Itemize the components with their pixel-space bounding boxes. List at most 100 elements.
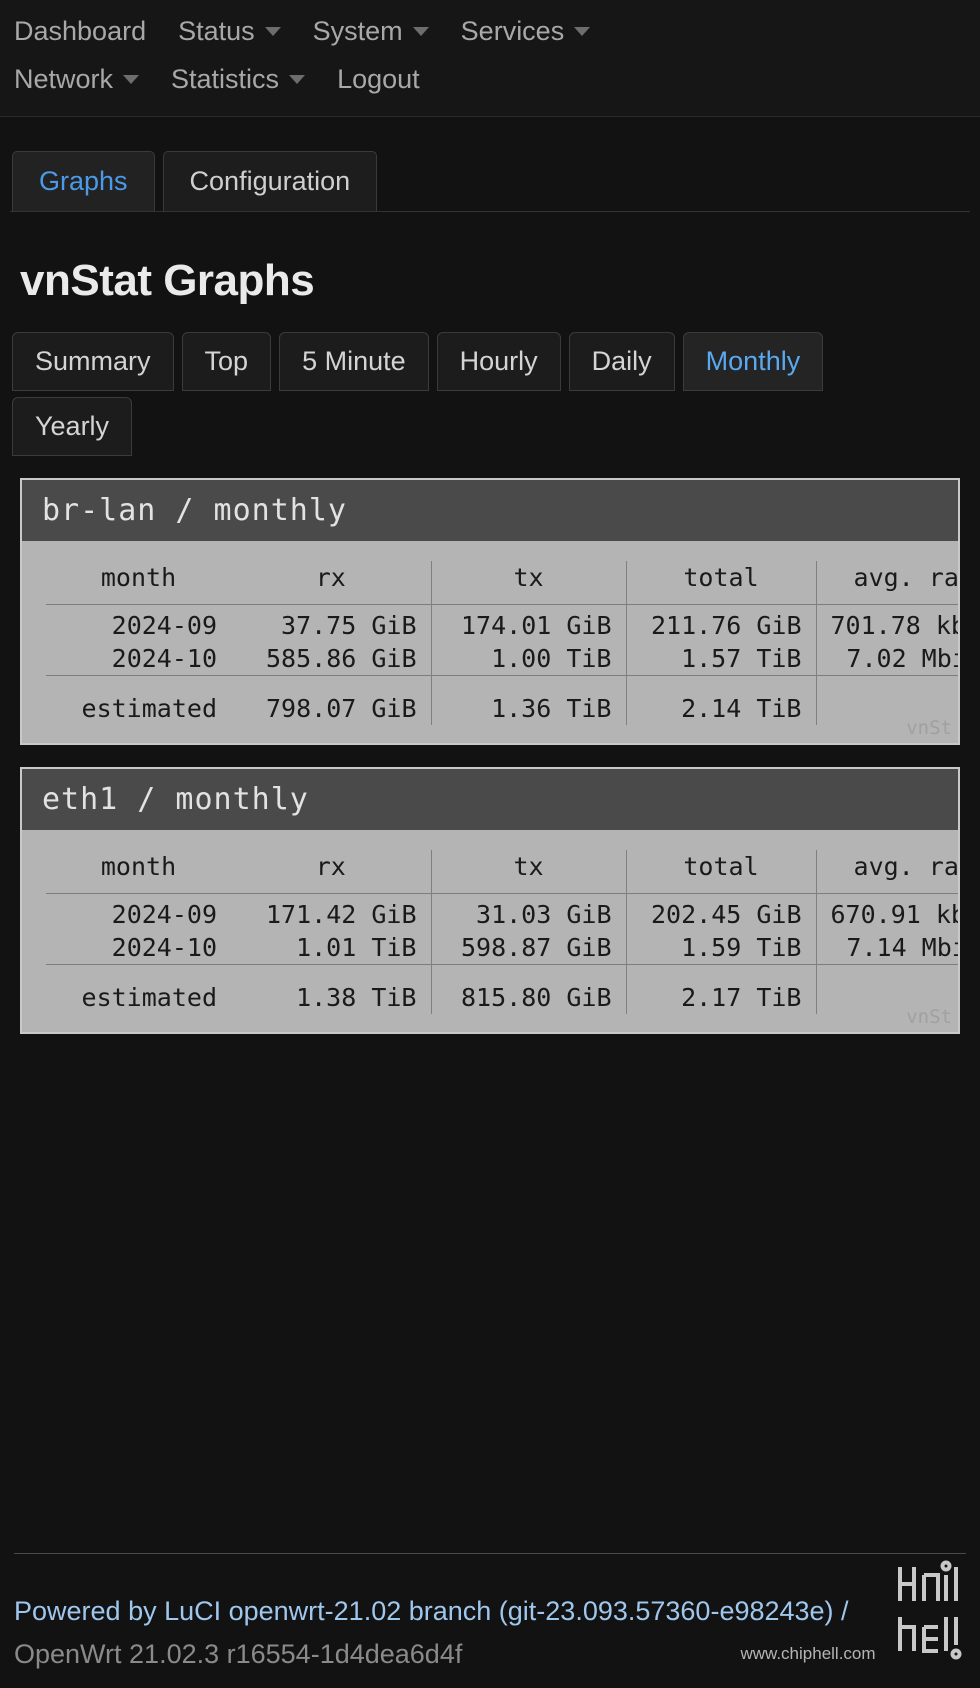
subtab-hourly[interactable]: Hourly bbox=[436, 332, 561, 391]
nav-item-label: System bbox=[312, 15, 403, 46]
tabbar: Graphs Configuration bbox=[10, 151, 970, 212]
nav-item-label: Logout bbox=[337, 63, 420, 94]
spacer-cell bbox=[430, 680, 626, 692]
column-header-rx: rx bbox=[315, 563, 346, 592]
column-header-rx: rx bbox=[315, 852, 346, 881]
table-header-row: month rx txtotalavg. rate bbox=[46, 850, 958, 894]
nav-item-label: Network bbox=[14, 63, 114, 94]
spacer-cell bbox=[625, 969, 816, 981]
vnstat-table: month rx txtotalavg. rate 2024-09 171.42 GiB… bbox=[46, 850, 958, 1014]
table-spacer bbox=[46, 969, 958, 981]
subtab-monthly[interactable]: Monthly bbox=[682, 332, 824, 391]
main-navigation: Dashboard Status System Services Network Sta… bbox=[0, 0, 980, 117]
chevron-down-icon bbox=[264, 26, 281, 36]
cell-month: 2024-09 bbox=[111, 900, 217, 929]
cell-rate: 701.78 kbit/s bbox=[815, 609, 958, 642]
cell-estimated-total: 2.14 TiB bbox=[625, 692, 816, 725]
cell-total: 1.57 TiB bbox=[625, 642, 816, 676]
page-title: vnStat Graphs bbox=[20, 256, 315, 305]
cell-tx: 598.87 GiB bbox=[430, 931, 626, 965]
spacer-cell bbox=[625, 680, 816, 692]
table-row: 2024-10 585.86 GiB 1.00 TiB 1.57 TiB 7.02 Mb… bbox=[46, 642, 958, 676]
vnstat-panel: br-lan / monthly month rx txtotalavg. rate 2… bbox=[20, 478, 960, 745]
nav-item-dashboard[interactable]: Dashboard bbox=[14, 16, 146, 47]
cell-estimated-month: estimated bbox=[81, 694, 217, 723]
cell-estimated-tx: 815.80 GiB bbox=[430, 981, 626, 1014]
page-content: Graphs Configuration vnStat Graphs Summar… bbox=[0, 151, 980, 1034]
nav-item-label: Dashboard bbox=[14, 15, 147, 46]
cell-rate: 7.02 Mbit/s bbox=[815, 642, 958, 676]
cell-estimated-tx: 1.36 TiB bbox=[430, 692, 626, 725]
nav-item-label: Status bbox=[178, 15, 255, 46]
tab-graphs[interactable]: Graphs bbox=[12, 151, 155, 211]
spacer-cell bbox=[231, 969, 431, 981]
vnstat-panel-title: br-lan / monthly bbox=[22, 480, 958, 541]
cell-tx: 1.00 TiB bbox=[430, 642, 626, 676]
vnstat-panel-body: month rx txtotalavg. rate 2024-09 37.75 GiB 1… bbox=[22, 541, 958, 725]
powered-by-luci-link[interactable]: Powered by LuCI openwrt-21.02 branch (gi… bbox=[14, 1596, 849, 1626]
subtabs-row-1: Summary Top 5 Minute Hourly Daily Monthly bbox=[10, 332, 970, 391]
cell-rx: 1.01 TiB bbox=[296, 933, 417, 962]
spacer-cell bbox=[815, 680, 958, 692]
cell-month: 2024-09 bbox=[111, 611, 217, 640]
spacer-cell bbox=[815, 969, 958, 981]
nav-item-status[interactable]: Status bbox=[178, 16, 281, 47]
table-row: 2024-09 37.75 GiB 174.01 GiB 211.76 GiB 701.… bbox=[46, 609, 958, 642]
cell-rx: 37.75 GiB bbox=[281, 611, 417, 640]
chevron-down-icon bbox=[123, 74, 140, 84]
tab-configuration[interactable]: Configuration bbox=[162, 151, 378, 211]
column-header-month: month bbox=[100, 852, 177, 881]
subtab-daily[interactable]: Daily bbox=[568, 332, 675, 391]
table-spacer bbox=[46, 680, 958, 692]
cell-tx: 174.01 GiB bbox=[430, 609, 626, 642]
vnstat-panel: eth1 / monthly month rx txtotalavg. rate 202… bbox=[20, 767, 960, 1034]
nav-row-primary: Dashboard Status System Services bbox=[0, 6, 980, 56]
column-header-rate: avg. rate bbox=[815, 561, 958, 605]
cell-rate: 7.14 Mbit/s bbox=[815, 931, 958, 965]
cell-estimated-rx: 798.07 GiB bbox=[265, 694, 417, 723]
column-header-tx: tx bbox=[430, 561, 626, 605]
subtab-yearly[interactable]: Yearly bbox=[12, 397, 133, 456]
cell-rx: 171.42 GiB bbox=[265, 900, 417, 929]
cell-estimated-total: 2.17 TiB bbox=[625, 981, 816, 1014]
cell-total: 211.76 GiB bbox=[625, 609, 816, 642]
nav-item-network[interactable]: Network bbox=[14, 63, 140, 95]
cell-rate: 670.91 kbit/s bbox=[815, 898, 958, 931]
vnstat-table: month rx txtotalavg. rate 2024-09 37.75 GiB 1… bbox=[46, 561, 958, 725]
table-row-estimated: estimated 798.07 GiB 1.36 TiB 2.14 TiB bbox=[46, 692, 958, 725]
spacer-cell bbox=[231, 680, 431, 692]
spacer-cell bbox=[46, 969, 231, 981]
chiphell-logo-icon bbox=[890, 1555, 964, 1670]
subtabs-row-2: Yearly bbox=[10, 397, 970, 456]
subtab-5-minute[interactable]: 5 Minute bbox=[279, 332, 429, 391]
cell-total: 1.59 TiB bbox=[625, 931, 816, 965]
column-header-tx: tx bbox=[430, 850, 626, 894]
chiphell-url-text: www.chiphell.com bbox=[740, 1644, 876, 1663]
nav-item-label: Services bbox=[460, 15, 565, 46]
cell-estimated-month: estimated bbox=[81, 983, 217, 1012]
vnstat-panel-body: month rx txtotalavg. rate 2024-09 171.42 GiB… bbox=[22, 830, 958, 1014]
cell-total: 202.45 GiB bbox=[625, 898, 816, 931]
page-footer: Powered by LuCI openwrt-21.02 branch (gi… bbox=[0, 1553, 980, 1688]
spacer-cell bbox=[430, 969, 626, 981]
nav-row-secondary: Network Statistics Logout bbox=[0, 56, 980, 102]
vnstat-watermark: vnSt bbox=[906, 1006, 952, 1028]
cell-month: 2024-10 bbox=[111, 644, 217, 673]
subtab-summary[interactable]: Summary bbox=[12, 332, 174, 391]
nav-item-statistics[interactable]: Statistics bbox=[171, 63, 306, 95]
spacer-cell bbox=[46, 680, 231, 692]
nav-item-system[interactable]: System bbox=[313, 16, 429, 47]
cell-tx: 31.03 GiB bbox=[430, 898, 626, 931]
nav-item-label: Statistics bbox=[171, 63, 280, 94]
nav-item-logout[interactable]: Logout bbox=[337, 64, 420, 95]
vnstat-panels: br-lan / monthlymonthrxtxtotalavg. rate2… bbox=[10, 478, 970, 1034]
chevron-down-icon bbox=[412, 26, 429, 36]
vnstat-watermark: vnSt bbox=[906, 717, 952, 739]
chevron-down-icon bbox=[574, 26, 591, 36]
cell-rx: 585.86 GiB bbox=[265, 644, 417, 673]
column-header-rate: avg. rate bbox=[815, 850, 958, 894]
subtab-top[interactable]: Top bbox=[181, 332, 272, 391]
nav-item-services[interactable]: Services bbox=[461, 16, 591, 47]
cell-month: 2024-10 bbox=[111, 933, 217, 962]
table-row: 2024-09 171.42 GiB 31.03 GiB 202.45 GiB 670.… bbox=[46, 898, 958, 931]
